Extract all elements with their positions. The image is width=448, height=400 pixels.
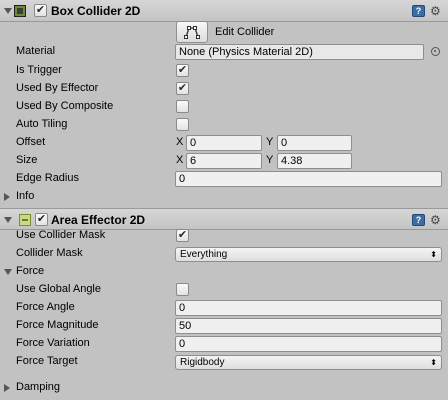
box-collider-enabled-checkbox[interactable]: ✔	[34, 4, 47, 17]
used-by-composite-checkbox[interactable]	[176, 100, 189, 113]
collider-mask-dropdown[interactable]: Everything ⬍	[175, 247, 442, 262]
use-global-angle-checkbox[interactable]	[176, 283, 189, 296]
force-target-value: Rigidbody	[180, 357, 225, 368]
inspector-panel: ✔ Box Collider 2D ? ⚙ Edit Collider Mate…	[0, 0, 448, 400]
force-magnitude-label: Force Magnitude	[16, 319, 99, 331]
size-x-axis-label[interactable]: X	[176, 154, 183, 166]
object-picker-icon[interactable]	[431, 47, 440, 56]
force-variation-label: Force Variation	[16, 337, 90, 349]
size-row: Size X 6 Y 4.38	[0, 152, 448, 170]
damping-foldout[interactable]: Damping	[0, 379, 448, 397]
material-label: Material	[16, 45, 56, 57]
force-angle-label: Force Angle	[16, 301, 75, 313]
edit-collider-button[interactable]	[176, 21, 208, 43]
force-magnitude-row: Force Magnitude 50	[0, 317, 448, 335]
used-by-composite-row: Used By Composite	[0, 98, 448, 116]
force-angle-field[interactable]: 0	[175, 300, 442, 316]
collapse-arrow-icon[interactable]	[4, 8, 12, 14]
force-target-label: Force Target	[16, 355, 78, 367]
gear-icon[interactable]: ⚙	[430, 214, 441, 226]
offset-y-field[interactable]: 0	[277, 135, 352, 151]
collapse-arrow-icon[interactable]	[4, 217, 12, 223]
size-x-field[interactable]: 6	[186, 153, 262, 169]
expand-arrow-icon[interactable]	[4, 384, 10, 392]
collapse-arrow-icon[interactable]	[4, 269, 12, 275]
used-by-composite-label: Used By Composite	[16, 100, 114, 112]
use-collider-mask-label: Use Collider Mask	[16, 229, 106, 241]
info-label[interactable]: Info	[16, 190, 34, 202]
offset-x-axis-label[interactable]: X	[176, 136, 183, 148]
use-collider-mask-checkbox[interactable]: ✔	[176, 229, 189, 242]
collider-mask-row: Collider Mask Everything ⬍	[0, 245, 448, 263]
material-field[interactable]: None (Physics Material 2D)	[175, 44, 424, 60]
edge-radius-row: Edge Radius 0	[0, 170, 448, 188]
edit-collider-label: Edit Collider	[215, 26, 275, 38]
help-book-icon[interactable]: ?	[412, 5, 425, 17]
force-label[interactable]: Force	[16, 265, 44, 277]
material-row: Material None (Physics Material 2D)	[0, 43, 448, 61]
force-variation-field[interactable]: 0	[175, 336, 442, 352]
used-by-effector-checkbox[interactable]: ✔	[176, 82, 189, 95]
force-foldout[interactable]: Force	[0, 263, 448, 281]
force-angle-row: Force Angle 0	[0, 299, 448, 317]
gear-icon[interactable]: ⚙	[430, 5, 441, 17]
box-collider-header[interactable]: ✔ Box Collider 2D ? ⚙	[0, 0, 448, 22]
force-target-row: Force Target Rigidbody ⬍	[0, 353, 448, 371]
dropdown-arrow-icon: ⬍	[430, 250, 437, 259]
is-trigger-checkbox[interactable]: ✔	[176, 64, 189, 77]
offset-row: Offset X 0 Y 0	[0, 134, 448, 152]
info-foldout[interactable]: Info	[0, 188, 448, 206]
is-trigger-row: Is Trigger ✔	[0, 62, 448, 80]
edge-radius-label: Edge Radius	[16, 172, 79, 184]
use-global-angle-label: Use Global Angle	[16, 283, 101, 295]
size-label: Size	[16, 154, 38, 166]
dropdown-arrow-icon: ⬍	[430, 358, 437, 367]
use-collider-mask-row: Use Collider Mask ✔	[0, 227, 448, 245]
size-y-axis-label[interactable]: Y	[266, 154, 273, 166]
auto-tiling-label: Auto Tiling	[16, 118, 68, 130]
damping-label[interactable]: Damping	[16, 381, 60, 393]
offset-label: Offset	[16, 136, 46, 148]
offset-y-axis-label[interactable]: Y	[266, 136, 273, 148]
area-effector-enabled-checkbox[interactable]: ✔	[35, 213, 48, 226]
edit-collider-icon	[184, 26, 200, 39]
help-book-icon[interactable]: ?	[412, 214, 425, 226]
expand-arrow-icon[interactable]	[4, 193, 10, 201]
auto-tiling-checkbox[interactable]	[176, 118, 189, 131]
force-variation-row: Force Variation 0	[0, 335, 448, 353]
used-by-effector-row: Used By Effector ✔	[0, 80, 448, 98]
force-magnitude-field[interactable]: 50	[175, 318, 442, 334]
force-target-dropdown[interactable]: Rigidbody ⬍	[175, 355, 442, 370]
box-collider-icon	[14, 5, 26, 17]
size-y-field[interactable]: 4.38	[277, 153, 352, 169]
use-global-angle-row: Use Global Angle	[0, 281, 448, 299]
offset-x-field[interactable]: 0	[186, 135, 262, 151]
collider-mask-value: Everything	[180, 249, 228, 260]
used-by-effector-label: Used By Effector	[16, 82, 99, 94]
collider-mask-label: Collider Mask	[16, 247, 83, 259]
area-effector-title: Area Effector 2D	[51, 213, 146, 227]
auto-tiling-row: Auto Tiling	[0, 116, 448, 134]
area-effector-icon	[19, 214, 31, 226]
is-trigger-label: Is Trigger	[16, 64, 62, 76]
edge-radius-field[interactable]: 0	[175, 171, 442, 187]
box-collider-title: Box Collider 2D	[51, 4, 141, 18]
